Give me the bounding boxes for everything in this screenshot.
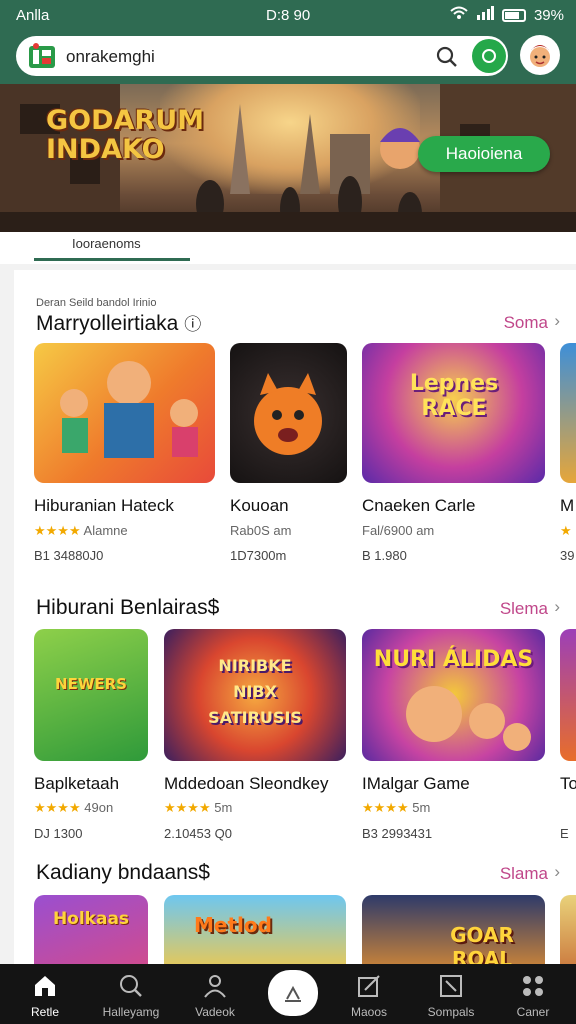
wifi-icon <box>450 6 468 24</box>
nav-item-box[interactable]: Sompals <box>408 964 494 1024</box>
nav-item-people[interactable]: Vadeok <box>172 964 258 1024</box>
tile-logo-text: NEWERS WAFERO <box>55 675 127 693</box>
game-downloads: B3 2993431 <box>362 826 433 841</box>
nav-label: Caner <box>516 1005 550 1019</box>
game-tile-2-3[interactable]: NURI ÁLIDAS <box>362 629 545 761</box>
game-downloads: B1 34880J0 <box>34 548 104 563</box>
status-left: Anlla <box>16 7 50 24</box>
hero-banner[interactable]: GODARUM INDAKO Haoioiena <box>0 84 576 232</box>
game-rating: ★★★★ 5m <box>164 800 233 815</box>
section-1-title: Marryolleirtiaka ⓘ <box>36 312 202 335</box>
section-2-title: Hiburani Benlairas$ <box>36 596 220 619</box>
game-downloads: 1D7300m <box>230 548 287 563</box>
edit-icon <box>357 974 381 998</box>
nav-label: Vadeok <box>195 1005 235 1019</box>
game-meta: Rab0S am <box>230 523 292 538</box>
game-name: IMalgar Game <box>362 774 470 793</box>
game-downloads: 2.10453 Q0 <box>164 826 232 841</box>
people-icon <box>203 974 227 998</box>
nav-label: Maoos <box>350 1005 388 1019</box>
game-tile-3-4[interactable] <box>560 895 576 964</box>
game-downloads: 39 <box>560 548 575 563</box>
top-bar: onrakemghi <box>0 32 576 84</box>
nav-item-center[interactable] <box>268 970 318 1016</box>
tile-logo-text: Holkaas <box>52 909 130 929</box>
game-tile-1-2[interactable] <box>230 343 347 483</box>
nav-item-grid[interactable]: Caner <box>490 964 576 1024</box>
game-tile-2-2[interactable]: NIRIBKE NIBX SATIRUSIS <box>164 629 346 761</box>
tile-art <box>60 361 198 458</box>
game-tile-3-2[interactable]: Metlod <box>164 895 346 964</box>
tab-strip: Iooraenoms <box>0 232 576 264</box>
tile-logo-text: NIRIBKE NIBX SATIRUSIS <box>208 656 302 727</box>
section-3-title: Kadiany bndaans$ <box>36 861 210 884</box>
nav-item-home[interactable]: Retle <box>2 964 88 1024</box>
game-downloads: DJ 1300 <box>34 826 83 841</box>
center-icon <box>282 982 304 1009</box>
tile-logo-text: Metlod <box>194 913 272 937</box>
status-icons: 39% <box>450 6 564 24</box>
chevron-right-icon[interactable]: › <box>554 311 560 331</box>
game-tile-2-1[interactable]: NEWERS WAFERO <box>34 629 148 761</box>
voice-search-icon[interactable] <box>472 39 506 73</box>
game-rating: ★★★★ 49on <box>34 800 114 815</box>
section-3-more-link[interactable]: Slama <box>500 864 548 884</box>
status-clock: D:8 90 <box>266 7 311 24</box>
game-name: M <box>560 496 575 515</box>
info-icon: ⓘ <box>184 315 202 334</box>
section-1-more-link[interactable]: Soma <box>504 313 548 333</box>
box-icon <box>439 974 463 998</box>
main-content: Deran Seild bandol Irinio Marryolleirtia… <box>0 264 576 964</box>
search-icon[interactable] <box>436 46 458 73</box>
game-downloads: B 1.980 <box>362 548 407 563</box>
tile-art <box>254 373 322 455</box>
game-tile-1-1[interactable] <box>34 343 215 483</box>
battery-level: 39% <box>533 6 564 24</box>
breadcrumb: Deran Seild bandol Irinio <box>36 297 157 309</box>
game-downloads: E <box>560 826 569 841</box>
game-rating: ★★★★ 5m <box>362 800 431 815</box>
app-logo <box>28 43 56 69</box>
search-input[interactable]: onrakemghi <box>66 47 155 67</box>
game-tile-2-4[interactable] <box>560 629 576 761</box>
search-icon <box>119 974 143 998</box>
game-name: Baplketaah <box>34 774 120 793</box>
game-rating: ★★★★ Alamne <box>34 523 128 538</box>
nav-label: Sompals <box>427 1005 475 1019</box>
avatar[interactable] <box>520 35 560 75</box>
nav-label: Retle <box>30 1005 59 1019</box>
nav-item-search[interactable]: Halleyamg <box>88 964 174 1024</box>
chevron-right-icon[interactable]: › <box>554 597 560 617</box>
hero-cta-button[interactable]: Haoioiena <box>418 136 550 172</box>
bottom-nav: Retle Halleyamg Vadeok Maoos Sompals Can… <box>0 964 576 1024</box>
signal-icon <box>476 6 494 24</box>
nav-item-edit[interactable]: Maoos <box>326 964 412 1024</box>
grid-icon <box>521 974 545 998</box>
chevron-right-icon[interactable]: › <box>554 862 560 882</box>
game-tile-3-3[interactable]: GOAR ROAL <box>362 895 545 964</box>
tile-logo-text: GOAR ROAL <box>450 923 514 964</box>
hero-title: GODARUM INDAKO <box>46 105 205 165</box>
game-tile-1-3[interactable]: Lepnes RACE <box>362 343 545 483</box>
game-name: Cnaeken Carle <box>362 496 476 515</box>
game-name: Kouoan <box>230 496 289 515</box>
content-card: Deran Seild bandol Irinio Marryolleirtia… <box>14 270 576 964</box>
tab-underline <box>34 258 190 261</box>
tab-active[interactable]: Iooraenoms <box>72 236 141 251</box>
game-meta: Fal/6900 am <box>362 523 435 538</box>
game-name: Hiburanian Hateck <box>34 496 174 515</box>
battery-icon <box>501 8 526 22</box>
home-icon <box>33 974 57 998</box>
game-rating: ★ <box>560 523 572 538</box>
game-tile-1-4[interactable] <box>560 343 576 483</box>
tile-logo-text: Lepnes RACE <box>409 371 499 421</box>
game-name: Mddedoan Sleondkey <box>164 774 329 793</box>
game-name: To <box>560 774 576 793</box>
status-bar: Anlla D:8 90 39% <box>0 0 576 32</box>
tile-art <box>406 686 531 751</box>
search-bar[interactable]: onrakemghi <box>16 36 508 76</box>
game-tile-3-1[interactable]: Holkaas <box>34 895 148 964</box>
section-2-more-link[interactable]: Slema <box>500 599 548 619</box>
nav-label: Halleyamg <box>102 1005 160 1019</box>
